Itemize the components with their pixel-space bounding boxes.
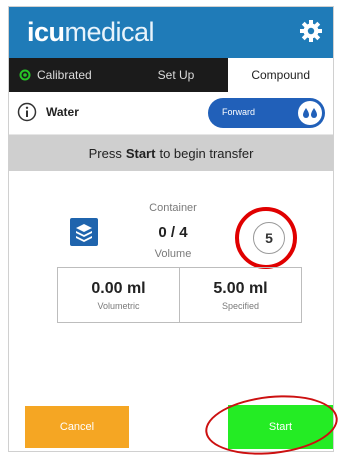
toggle-label: Forward xyxy=(222,107,256,117)
cancel-button[interactable]: Cancel xyxy=(25,406,129,448)
tab-label: Calibrated xyxy=(37,68,92,82)
specified-cell: 5.00 ml Specified xyxy=(179,268,301,322)
volume-label: Volume xyxy=(154,248,192,260)
header-bar: icumedical xyxy=(9,7,333,58)
tab-label: Set Up xyxy=(157,68,195,82)
volumetric-cell: 0.00 ml Volumetric xyxy=(58,268,179,322)
volumetric-value: 0.00 ml xyxy=(91,279,146,297)
brand-logo: icumedical xyxy=(27,17,155,47)
specified-value: 5.00 ml xyxy=(213,279,268,297)
volume-panel: 0.00 ml Volumetric 5.00 ml Specified xyxy=(57,267,302,323)
tab-bar: Calibrated Set Up Compound xyxy=(9,58,334,92)
fluid-row: Water Forward xyxy=(9,92,333,135)
transfer-count-badge: 5 xyxy=(253,222,285,254)
specified-label: Specified xyxy=(221,300,260,311)
tab-compound[interactable]: Compound xyxy=(228,58,334,92)
direction-toggle[interactable]: Forward xyxy=(208,98,325,128)
app-header: icumedical Calibrated Set Up Compound Wa… xyxy=(9,7,334,171)
drops-icon xyxy=(298,101,322,125)
tab-label: Compound xyxy=(251,68,311,82)
container-label: Container xyxy=(149,202,197,214)
tab-setup[interactable]: Set Up xyxy=(124,58,229,92)
tab-calibrated[interactable]: Calibrated xyxy=(9,58,124,92)
gear-icon[interactable] xyxy=(299,19,323,43)
calibrated-icon xyxy=(19,69,31,81)
instruction-banner: Press Start to begin transfer xyxy=(9,135,333,171)
fluid-name: Water xyxy=(46,105,79,119)
info-icon[interactable] xyxy=(17,102,37,122)
volumetric-label: Volumetric xyxy=(97,300,140,311)
container-count: 0 / 4 xyxy=(158,224,188,241)
layers-icon xyxy=(70,218,98,246)
